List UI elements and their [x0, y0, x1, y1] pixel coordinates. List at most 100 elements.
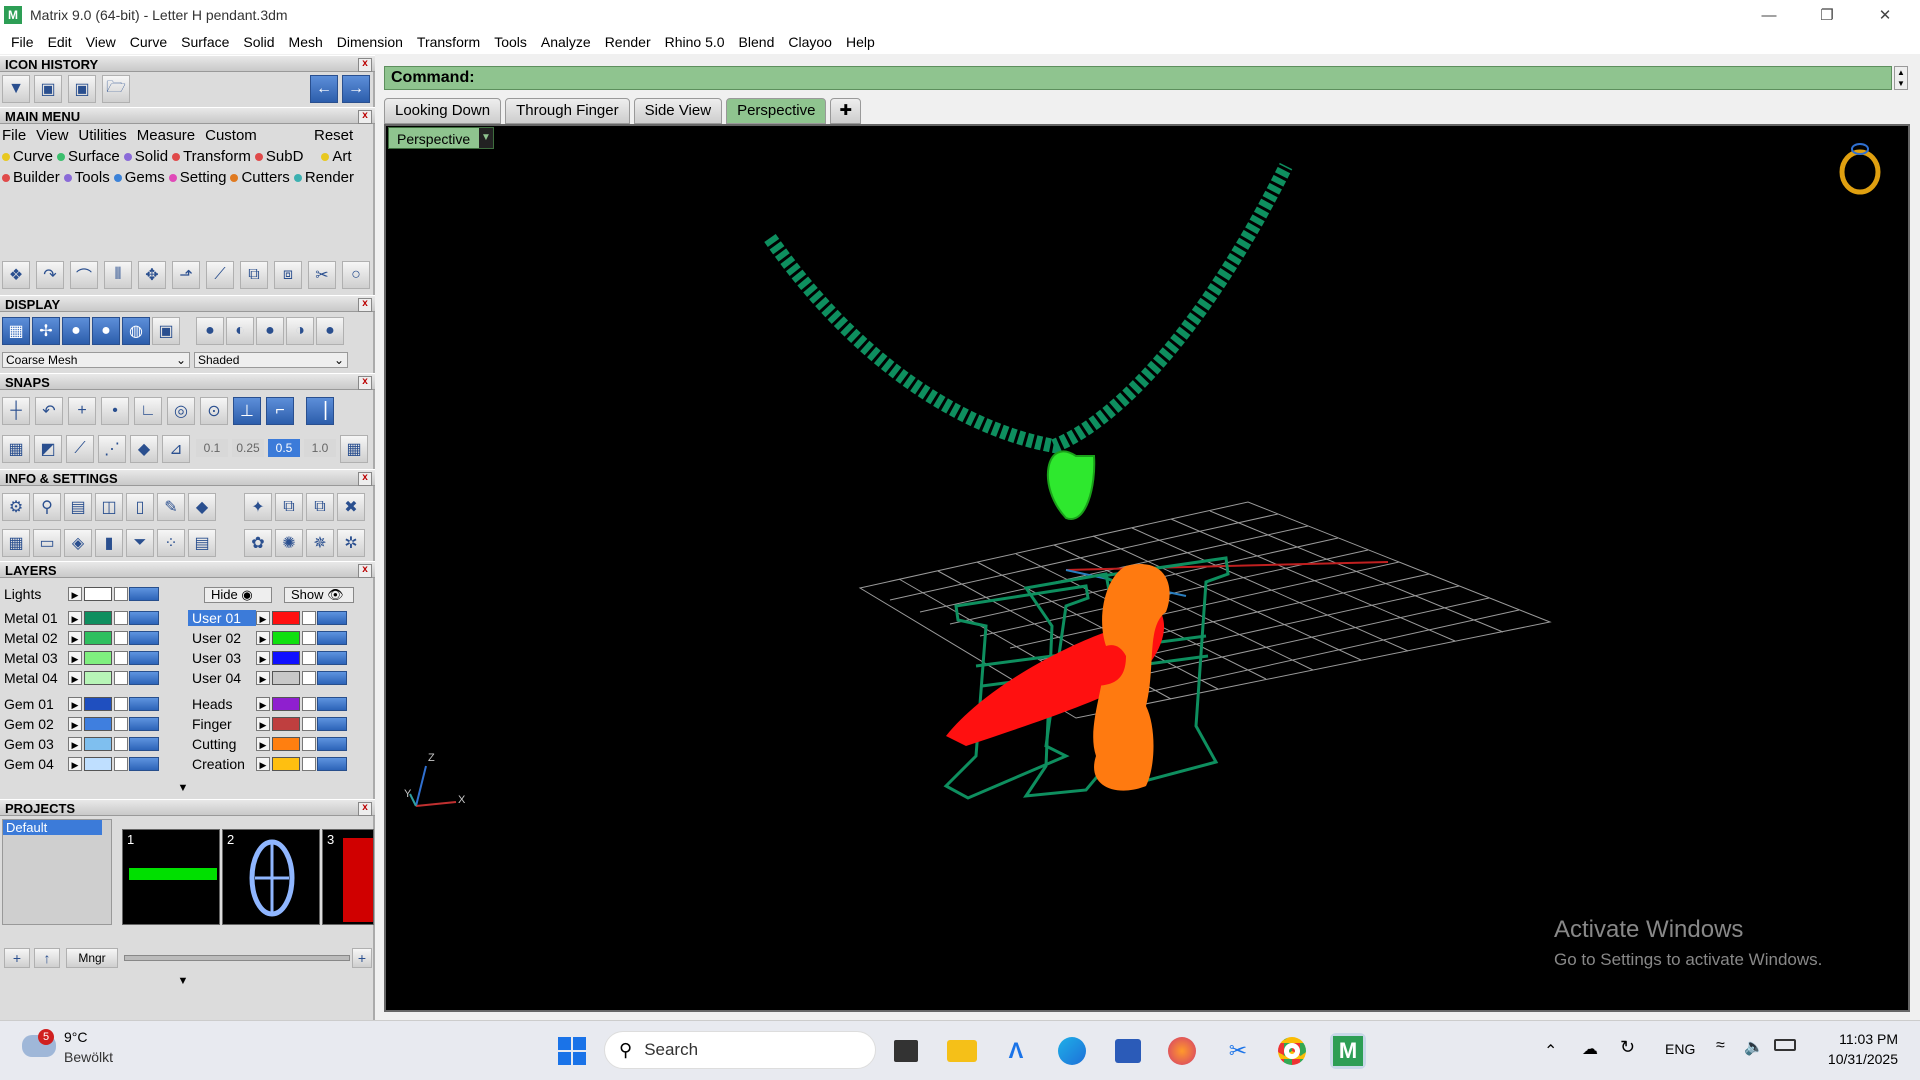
autodesk-icon[interactable]: Λ [998, 1033, 1034, 1069]
expand-icon[interactable]: ▶ [256, 697, 270, 711]
tab-looking-down[interactable]: Looking Down [384, 98, 502, 124]
lock-icon[interactable] [302, 611, 316, 625]
snap-increment-button[interactable]: 0.1 [196, 439, 228, 457]
add-project-icon[interactable]: + [4, 948, 30, 968]
close-icon[interactable]: x [358, 298, 372, 312]
layer-row[interactable]: User 01 ▶ [188, 609, 347, 627]
layer-row[interactable]: Metal 04 ▶ [0, 669, 159, 687]
expand-icon[interactable]: ▶ [68, 651, 82, 665]
arc-curve-icon[interactable]: ↷ [36, 261, 64, 289]
lock-icon[interactable] [302, 737, 316, 751]
clock-date[interactable]: 10/31/2025 [1828, 1051, 1898, 1067]
layer-color[interactable] [272, 671, 300, 685]
expand-icon[interactable]: ▶ [68, 737, 82, 751]
ortho-toggle-icon[interactable]: ▕ [306, 397, 334, 425]
mm-category-subd[interactable]: SubD [254, 148, 303, 165]
task-view-icon[interactable] [888, 1033, 924, 1069]
ring-logo-icon[interactable] [1836, 140, 1884, 196]
taskbar-search[interactable]: ⚲ Search [604, 1031, 876, 1069]
visibility-toggle[interactable] [129, 757, 159, 771]
menu-file[interactable]: File [4, 30, 41, 54]
store-icon[interactable] [1110, 1033, 1146, 1069]
sync-icon[interactable]: ↻ [1620, 1037, 1635, 1058]
expand-icon[interactable]: ▶ [68, 717, 82, 731]
orient-icon[interactable]: ◆ [130, 435, 158, 463]
grid-toggle-icon[interactable]: ▦ [340, 435, 368, 463]
lock-icon[interactable] [302, 757, 316, 771]
mid-snap-icon[interactable]: • [101, 397, 129, 425]
speaker-icon[interactable]: 🔈 [1744, 1037, 1764, 1057]
grid-snap-icon[interactable]: ▦ [2, 435, 30, 463]
expand-icon[interactable]: ▶ [256, 631, 270, 645]
battery-icon[interactable] [1774, 1039, 1796, 1051]
close-icon[interactable]: x [358, 58, 372, 72]
perp-snap-icon[interactable]: ⊥ [233, 397, 261, 425]
delete-tool-icon[interactable]: ✖ [337, 493, 365, 521]
chevron-down-icon[interactable]: ▼ [479, 128, 493, 148]
history-forward-icon[interactable]: → [342, 75, 370, 103]
visibility-toggle[interactable] [317, 611, 347, 625]
lock-icon[interactable] [114, 631, 128, 645]
mm-category-builder[interactable]: Builder [2, 169, 60, 186]
visibility-toggle[interactable] [129, 651, 159, 665]
visibility-toggle[interactable] [317, 697, 347, 711]
close-icon[interactable]: x [358, 472, 372, 486]
command-scroll-icon[interactable]: ▲ ▼ [1894, 66, 1908, 90]
gumball-snap-icon[interactable]: ⊿ [162, 435, 190, 463]
visibility-toggle[interactable] [317, 671, 347, 685]
show-button[interactable]: Show 👁 [284, 587, 354, 603]
layer-row[interactable]: User 03 ▶ [188, 649, 347, 667]
cylinder-icon[interactable]: ▮ [95, 529, 123, 557]
quad-snap-icon[interactable]: ⊙ [200, 397, 228, 425]
close-icon[interactable]: x [358, 564, 372, 578]
line-snap-icon[interactable]: ⟋ [66, 435, 94, 463]
gold-material-icon[interactable]: ● [316, 317, 344, 345]
history-back-icon[interactable]: ← [310, 75, 338, 103]
circle-icon[interactable]: ○ [342, 261, 370, 289]
fillet-curve-icon[interactable]: ⌒ [70, 261, 98, 289]
lock-icon[interactable] [114, 737, 128, 751]
lock-icon[interactable] [302, 631, 316, 645]
edit-icon[interactable]: ✎ [157, 493, 185, 521]
layer-row[interactable]: User 04 ▶ [188, 669, 347, 687]
setting-tool-icon[interactable]: ✲ [337, 529, 365, 557]
wireframe-icon[interactable]: ▦ [2, 317, 30, 345]
layer-row[interactable]: Metal 03 ▶ [0, 649, 159, 667]
weather-temperature[interactable]: 9°C [64, 1029, 88, 1045]
tan-snap-icon[interactable]: ⌐ [266, 397, 294, 425]
lock-icon[interactable] [114, 697, 128, 711]
save-as-icon[interactable]: ▣ [68, 75, 96, 103]
close-icon[interactable]: x [358, 802, 372, 816]
file-explorer-icon[interactable] [944, 1033, 980, 1069]
mm-file[interactable]: File [2, 127, 26, 144]
menu-view[interactable]: View [79, 30, 123, 54]
mm-utilities[interactable]: Utilities [78, 127, 126, 144]
snap-increment-button[interactable]: 0.5 [268, 439, 300, 457]
layer-row[interactable]: User 02 ▶ [188, 629, 347, 647]
silver-material-icon[interactable]: ◐ [226, 317, 254, 345]
visibility-toggle[interactable] [317, 757, 347, 771]
lock-icon[interactable] [302, 671, 316, 685]
minimize-button[interactable]: — [1740, 0, 1798, 30]
shade-select[interactable]: Shaded ⌄ [194, 352, 348, 368]
expand-icon[interactable]: ▶ [256, 737, 270, 751]
edge-browser-icon[interactable] [1054, 1033, 1090, 1069]
plane-snap-icon[interactable]: ◩ [34, 435, 62, 463]
add-tab-icon[interactable]: ✚ [830, 98, 862, 124]
move-icon[interactable]: ✥ [138, 261, 166, 289]
trim-icon[interactable]: ✂ [308, 261, 336, 289]
close-icon[interactable]: x [358, 110, 372, 124]
document-icon[interactable]: ▯ [126, 493, 154, 521]
expand-icon[interactable]: ▶ [68, 671, 82, 685]
select-icon[interactable]: ⁘ [157, 529, 185, 557]
visibility-toggle[interactable] [317, 631, 347, 645]
visibility-toggle[interactable] [129, 587, 159, 601]
mm-category-cutters[interactable]: Cutters [230, 169, 290, 186]
mm-view[interactable]: View [36, 127, 68, 144]
search-tool-icon[interactable]: ⚲ [33, 493, 61, 521]
collapse-handle-icon[interactable]: ▼ [176, 782, 190, 794]
tab-perspective[interactable]: Perspective [726, 98, 827, 124]
near-snap-icon[interactable]: ↶ [35, 397, 63, 425]
expand-icon[interactable]: ▶ [68, 697, 82, 711]
layer-row[interactable]: Gem 02 ▶ [0, 715, 159, 733]
